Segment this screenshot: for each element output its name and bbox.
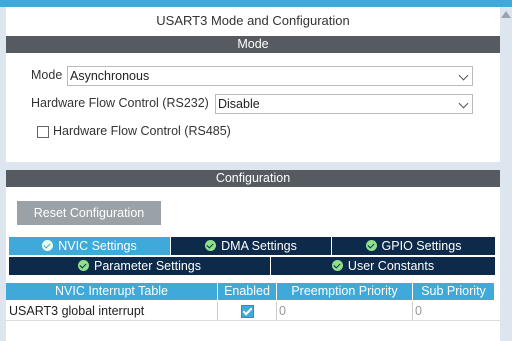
- tab-label: User Constants: [347, 259, 435, 273]
- scroll-up-arrow-icon[interactable]: [501, 11, 511, 18]
- tab-label: NVIC Settings: [58, 239, 137, 253]
- mode-select-value: Asynchronous: [70, 69, 150, 83]
- hw-flow-rs485-label: Hardware Flow Control (RS485): [53, 124, 231, 138]
- configuration-panel: Configuration Reset Configuration NVIC S…: [6, 170, 500, 341]
- column-header-enabled[interactable]: Enabled: [218, 283, 277, 300]
- hw-flow-rs232-select[interactable]: Disable: [215, 94, 473, 114]
- mode-select[interactable]: Asynchronous: [67, 66, 473, 86]
- mode-panel: USART3 Mode and Configuration Mode Mode …: [6, 7, 500, 162]
- tab-dma-settings[interactable]: DMA Settings: [171, 237, 331, 255]
- check-circle-icon: [365, 240, 377, 251]
- top-accent-bar: [0, 0, 512, 7]
- chevron-down-icon: [458, 98, 469, 109]
- configuration-section-header: Configuration: [6, 170, 500, 187]
- tab-label: Parameter Settings: [94, 259, 201, 273]
- hw-flow-rs232-label: Hardware Flow Control (RS232): [31, 96, 209, 110]
- reset-configuration-button[interactable]: Reset Configuration: [17, 201, 161, 225]
- check-circle-icon: [78, 260, 89, 271]
- hw-flow-rs485-checkbox[interactable]: [37, 126, 49, 138]
- preemption-priority-cell[interactable]: 0: [277, 302, 413, 320]
- chevron-down-icon: [458, 70, 469, 81]
- enabled-checkbox[interactable]: [241, 305, 254, 318]
- enabled-cell: [218, 302, 277, 320]
- mode-label: Mode: [31, 68, 63, 82]
- interrupt-name-cell: USART3 global interrupt: [9, 302, 218, 320]
- vertical-scrollbar[interactable]: [500, 7, 512, 341]
- tab-nvic-settings[interactable]: NVIC Settings: [9, 237, 170, 255]
- row-divider: [6, 320, 500, 321]
- column-header-preemption[interactable]: Preemption Priority: [277, 283, 413, 300]
- tab-user-constants[interactable]: User Constants: [271, 257, 495, 275]
- tab-label: DMA Settings: [221, 239, 297, 253]
- mode-section-header: Mode: [6, 36, 500, 53]
- sub-priority-cell[interactable]: 0: [413, 302, 494, 320]
- hw-flow-rs232-value: Disable: [218, 97, 260, 111]
- check-circle-icon: [205, 240, 217, 251]
- tab-parameter-settings[interactable]: Parameter Settings: [9, 257, 270, 275]
- tab-gpio-settings[interactable]: GPIO Settings: [332, 237, 495, 255]
- check-circle-icon: [42, 240, 54, 251]
- column-header-interrupt[interactable]: NVIC Interrupt Table: [6, 283, 218, 300]
- tab-label: GPIO Settings: [381, 239, 462, 253]
- column-header-sub-priority[interactable]: Sub Priority: [413, 283, 494, 300]
- window-title: USART3 Mode and Configuration: [156, 13, 350, 28]
- check-circle-icon: [331, 260, 343, 271]
